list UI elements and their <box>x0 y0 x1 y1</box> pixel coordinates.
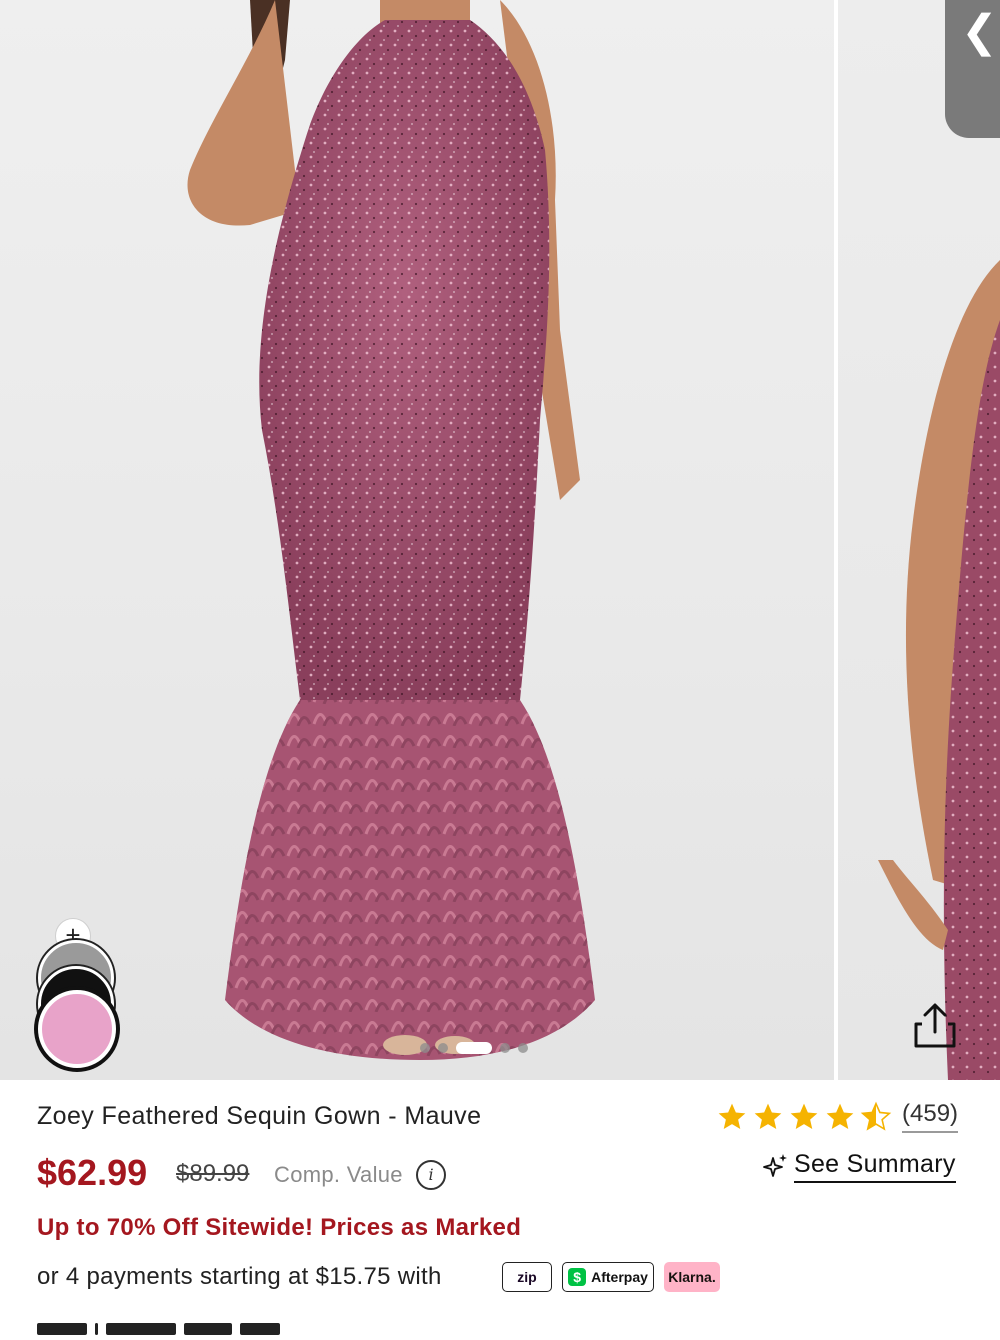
see-summary-link[interactable]: See Summary <box>760 1150 956 1183</box>
product-image-next[interactable] <box>838 0 1000 1080</box>
promo-banner-text: Up to 70% Off Sitewide! Prices as Marked <box>37 1214 522 1241</box>
star-full-icon <box>826 1103 854 1129</box>
sparkle-icon <box>763 1153 787 1177</box>
model-side-illustration <box>878 260 1000 1080</box>
product-image-carousel[interactable]: ❮ + <box>0 0 1000 1080</box>
zip-pay-badge[interactable]: zip <box>502 1262 552 1292</box>
share-button[interactable] <box>910 1000 960 1052</box>
rating-stars <box>716 1101 892 1133</box>
star-full-icon <box>718 1103 746 1129</box>
comp-value-label: Comp. Value <box>274 1162 403 1187</box>
color-swatch-selected[interactable] <box>38 990 116 1068</box>
carousel-dot[interactable] <box>438 1043 448 1053</box>
star-half-icon <box>860 1101 892 1131</box>
klarna-label: Klarna. <box>668 1269 716 1285</box>
carousel-dot[interactable] <box>518 1043 528 1053</box>
carousel-dots <box>420 1040 528 1056</box>
chevron-left-icon: ❮ <box>961 7 998 56</box>
see-summary-label: See Summary <box>794 1150 956 1183</box>
size-row-cropped <box>37 1322 297 1336</box>
model-in-gown-illustration <box>187 0 595 1060</box>
zip-label: zip <box>517 1269 537 1285</box>
product-image-main[interactable] <box>0 0 834 1080</box>
installment-text: or 4 payments starting at $15.75 with <box>37 1263 442 1290</box>
afterpay-badge[interactable]: $ Afterpay <box>562 1262 654 1292</box>
cash-app-icon: $ <box>568 1268 587 1286</box>
star-full-icon <box>790 1103 818 1129</box>
carousel-dot[interactable] <box>420 1043 430 1053</box>
product-title: Zoey Feathered Sequin Gown - Mauve <box>37 1102 482 1130</box>
original-price: $89.99 <box>176 1160 250 1187</box>
review-count-link[interactable]: (459) <box>902 1100 959 1133</box>
share-icon <box>914 1003 956 1048</box>
back-button[interactable]: ❮ <box>945 0 1000 138</box>
carousel-dot[interactable] <box>500 1043 510 1053</box>
klarna-badge[interactable]: Klarna. <box>664 1262 720 1292</box>
star-full-icon <box>754 1103 782 1129</box>
carousel-dot-active[interactable] <box>456 1042 492 1054</box>
product-rating[interactable]: (459) <box>716 1100 959 1133</box>
sale-price: $62.99 <box>37 1152 148 1193</box>
info-icon[interactable]: i <box>416 1160 446 1190</box>
afterpay-label: Afterpay <box>591 1269 648 1285</box>
